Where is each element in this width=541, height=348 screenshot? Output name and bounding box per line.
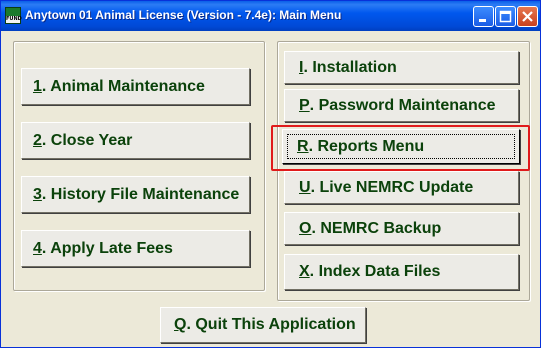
- installation-button[interactable]: I. Installation: [284, 51, 519, 84]
- button-hotkey: 4: [33, 239, 42, 257]
- button-hotkey: 3: [33, 185, 42, 203]
- button-label: . Close Year: [41, 131, 133, 149]
- button-hotkey: P: [299, 96, 310, 114]
- button-label: . Installation: [303, 58, 397, 76]
- button-label: . Live NEMRC Update: [310, 178, 474, 196]
- app-icon: FUND: [5, 7, 22, 24]
- title-bar[interactable]: FUND Anytown 01 Animal License (Version …: [1, 1, 540, 31]
- history-file-maintenance-button[interactable]: 3. History File Maintenance: [21, 176, 250, 213]
- button-hotkey: U: [299, 178, 311, 196]
- button-label: . NEMRC Backup: [311, 219, 442, 237]
- button-hotkey: X: [299, 263, 310, 280]
- button-label: . Quit This Application: [186, 316, 356, 333]
- close-year-button[interactable]: 2. Close Year: [21, 122, 250, 159]
- animal-maintenance-button[interactable]: 1. Animal Maintenance: [21, 68, 250, 105]
- close-button[interactable]: [517, 6, 538, 27]
- nemrc-backup-button[interactable]: O. NEMRC Backup: [284, 212, 519, 245]
- password-maintenance-button[interactable]: P. Password Maintenance: [284, 89, 519, 122]
- button-hotkey: 2: [33, 131, 42, 149]
- minimize-icon: [479, 19, 486, 22]
- apply-late-fees-button[interactable]: 4. Apply Late Fees: [21, 230, 250, 267]
- button-hotkey: O: [299, 219, 312, 237]
- reports-menu-highlight: [271, 125, 530, 171]
- button-hotkey: 1: [33, 77, 42, 95]
- button-label: . Index Data Files: [309, 263, 441, 280]
- live-nemrc-update-button[interactable]: U. Live NEMRC Update: [284, 171, 519, 204]
- close-icon: [522, 11, 533, 22]
- button-label: . Password Maintenance: [309, 96, 496, 114]
- minimize-button[interactable]: [473, 6, 494, 27]
- button-label: . Animal Maintenance: [41, 77, 205, 95]
- button-hotkey: Q: [174, 316, 187, 333]
- button-label: . Apply Late Fees: [41, 239, 173, 257]
- button-label: . History File Maintenance: [41, 185, 240, 203]
- window-title: Anytown 01 Animal License (Version - 7.4…: [25, 8, 342, 22]
- index-data-files-button[interactable]: X. Index Data Files: [284, 254, 519, 290]
- main-menu-window: FUND Anytown 01 Animal License (Version …: [0, 0, 541, 348]
- app-icon-label: FUND: [6, 16, 22, 23]
- quit-application-button[interactable]: Q. Quit This Application: [160, 307, 366, 343]
- maximize-icon: [499, 10, 512, 23]
- maximize-button[interactable]: [495, 6, 516, 27]
